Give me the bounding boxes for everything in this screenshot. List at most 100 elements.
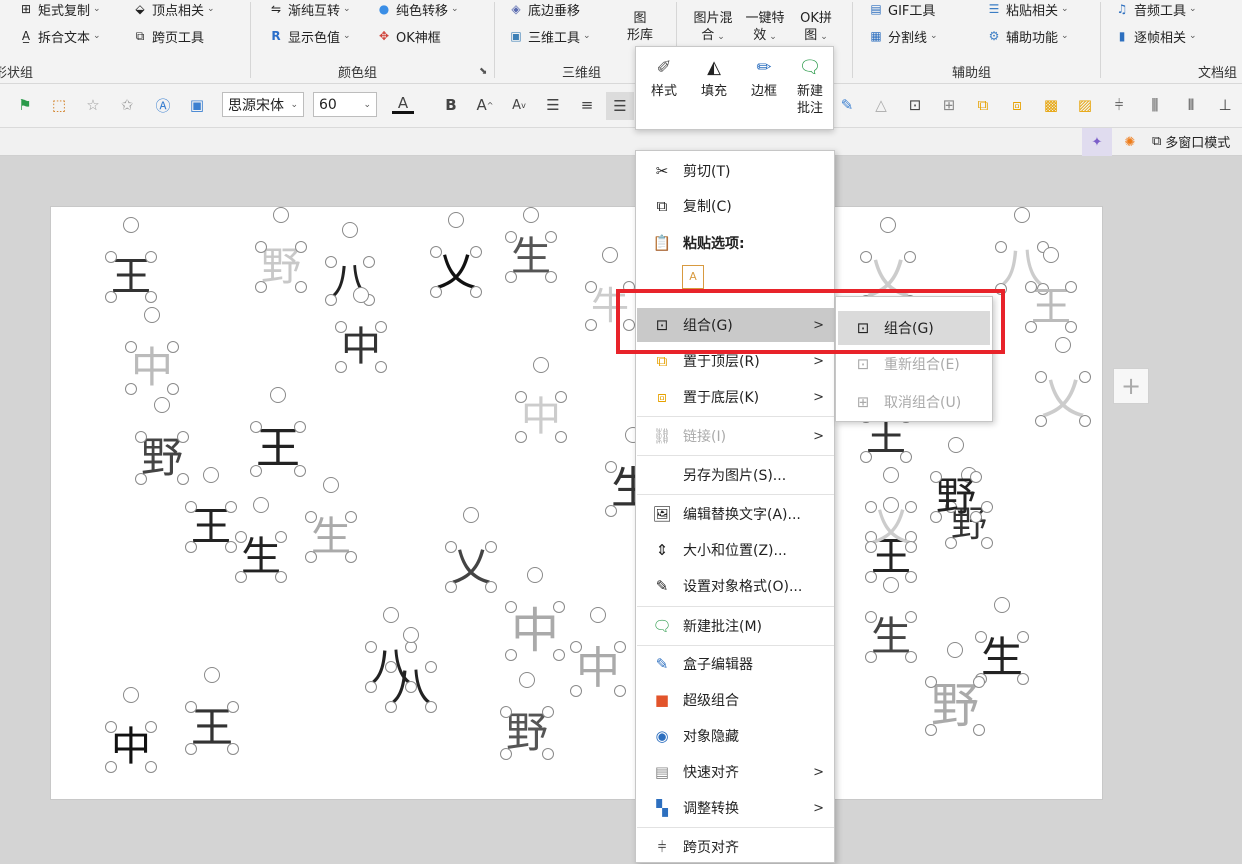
gear-icon[interactable]: ✺ xyxy=(1116,128,1144,156)
resize-handle[interactable] xyxy=(900,451,912,463)
resize-handle[interactable] xyxy=(335,321,347,333)
slide-glyph[interactable]: 乂 xyxy=(436,252,476,292)
align-bottom-icon[interactable]: ⊥ xyxy=(1214,94,1236,116)
resize-handle[interactable] xyxy=(275,571,287,583)
menu-item-box-editor[interactable]: ✎ 盒子编辑器 xyxy=(637,647,834,681)
slide-glyph[interactable]: 王 xyxy=(191,707,233,749)
distribute-v-icon[interactable]: ⫴ xyxy=(1180,94,1202,116)
resize-handle[interactable] xyxy=(345,511,357,523)
resize-handle[interactable] xyxy=(430,246,442,258)
layer-up-icon[interactable]: ▩ xyxy=(1040,94,1062,116)
resize-handle[interactable] xyxy=(905,541,917,553)
rotate-handle-icon[interactable] xyxy=(948,437,964,453)
menu-item-quick-align[interactable]: ▤ 快速对齐 > xyxy=(637,755,834,789)
resize-handle[interactable] xyxy=(227,701,239,713)
rotate-handle-icon[interactable] xyxy=(154,397,170,413)
bold-button[interactable]: B xyxy=(440,94,462,116)
group-icon[interactable]: ⊡ xyxy=(904,94,926,116)
align-center-v-icon[interactable]: ⫩ xyxy=(1108,94,1130,116)
resize-handle[interactable] xyxy=(585,281,597,293)
menu-item-copy[interactable]: ⧉ 复制(C) xyxy=(637,189,834,223)
resize-handle[interactable] xyxy=(981,501,993,513)
slide-glyph[interactable]: 野 xyxy=(141,437,183,479)
gradient-solid-button[interactable]: ⇋ 渐纯互转 ⌄ xyxy=(268,0,351,20)
resize-handle[interactable] xyxy=(570,641,582,653)
resize-handle[interactable] xyxy=(995,241,1007,253)
menu-item-super-group[interactable]: ■ 超级组合 xyxy=(637,683,834,717)
resize-handle[interactable] xyxy=(445,541,457,553)
slide-glyph[interactable]: 王 xyxy=(866,417,906,457)
resize-handle[interactable] xyxy=(500,748,512,760)
frame-related-button[interactable]: ▮ 逐帧相关 ⌄ xyxy=(1114,25,1197,47)
resize-handle[interactable] xyxy=(1065,281,1077,293)
menu-item-adjust-convert[interactable]: ▚ 调整转换 > xyxy=(637,791,834,825)
resize-handle[interactable] xyxy=(981,537,993,549)
resize-handle[interactable] xyxy=(970,471,982,483)
slide-glyph[interactable]: 野 xyxy=(936,477,976,517)
resize-handle[interactable] xyxy=(325,256,337,268)
slide-glyph[interactable]: 中 xyxy=(111,727,151,767)
audio-tools-button[interactable]: ♫ 音频工具 ⌄ xyxy=(1114,0,1197,20)
rotate-handle-icon[interactable] xyxy=(947,642,963,658)
resize-handle[interactable] xyxy=(1035,371,1047,383)
resize-handle[interactable] xyxy=(235,571,247,583)
font-family-select[interactable]: 思源宋体 ⌄ xyxy=(222,92,304,117)
resize-handle[interactable] xyxy=(553,649,565,661)
resize-handle[interactable] xyxy=(585,319,597,331)
cross-page-button[interactable]: ⧉ 跨页工具 xyxy=(132,25,204,47)
star-outline-icon[interactable]: ☆ xyxy=(82,94,104,116)
resize-handle[interactable] xyxy=(505,601,517,613)
slide-glyph[interactable]: 中 xyxy=(511,607,559,655)
resize-handle[interactable] xyxy=(145,251,157,263)
slide-glyph[interactable]: 中 xyxy=(521,397,561,437)
split-text-button[interactable]: A̲ 拆合文本 ⌄ xyxy=(18,25,101,47)
send-back-icon[interactable]: ⧈ xyxy=(1006,94,1028,116)
menu-item-send-back[interactable]: ⧈ 置于底层(K) > xyxy=(637,380,834,414)
resize-handle[interactable] xyxy=(250,421,262,433)
resize-handle[interactable] xyxy=(865,501,877,513)
resize-handle[interactable] xyxy=(255,241,267,253)
rotate-handle-icon[interactable] xyxy=(533,357,549,373)
rotate-handle-icon[interactable] xyxy=(403,627,419,643)
align-left-icon[interactable]: ☰ xyxy=(606,92,634,120)
shape-library-button[interactable]: 图形库 xyxy=(620,10,660,44)
rotate-handle-icon[interactable] xyxy=(463,507,479,523)
resize-handle[interactable] xyxy=(375,321,387,333)
resize-handle[interactable] xyxy=(275,531,287,543)
align-flag-icon[interactable]: ⚑ xyxy=(14,94,36,116)
resize-handle[interactable] xyxy=(425,701,437,713)
resize-handle[interactable] xyxy=(515,391,527,403)
resize-handle[interactable] xyxy=(500,706,512,718)
rotate-handle-icon[interactable] xyxy=(383,607,399,623)
menu-item-alt-text[interactable]: 🖼 编辑替换文字(A)... xyxy=(637,497,834,531)
rotate-handle-icon[interactable] xyxy=(342,222,358,238)
slide-glyph[interactable]: 八 xyxy=(391,667,431,707)
pen-icon[interactable]: ✎ xyxy=(836,94,858,116)
resize-handle[interactable] xyxy=(105,251,117,263)
rotate-handle-icon[interactable] xyxy=(203,467,219,483)
3d-tools-button[interactable]: ▣ 三维工具 ⌄ xyxy=(508,25,590,47)
resize-handle[interactable] xyxy=(185,541,197,553)
aux-function-button[interactable]: ⚙ 辅助功能 ⌄ xyxy=(986,25,1069,47)
font-size-select[interactable]: 60 ⌄ xyxy=(313,92,377,117)
resize-handle[interactable] xyxy=(860,451,872,463)
resize-handle[interactable] xyxy=(515,431,527,443)
resize-handle[interactable] xyxy=(294,421,306,433)
rotate-handle-icon[interactable] xyxy=(519,672,535,688)
align-justify-icon[interactable]: ≡ xyxy=(576,94,598,116)
resize-handle[interactable] xyxy=(295,281,307,293)
slide-glyph[interactable]: 乂 xyxy=(451,547,491,587)
resize-handle[interactable] xyxy=(177,473,189,485)
slide-glyph[interactable]: 王 xyxy=(191,507,231,547)
resize-handle[interactable] xyxy=(555,391,567,403)
resize-handle[interactable] xyxy=(185,743,197,755)
slide-glyph[interactable]: 王 xyxy=(1031,287,1071,327)
text-box-icon[interactable]: Ⓐ xyxy=(152,94,174,116)
gif-tool-button[interactable]: ▤ GIF工具 xyxy=(868,0,935,20)
border-button[interactable]: ✏ 边框 xyxy=(740,53,788,100)
slide-glyph[interactable]: 生 xyxy=(241,537,281,577)
resize-handle[interactable] xyxy=(365,681,377,693)
resize-handle[interactable] xyxy=(375,361,387,373)
menu-item-save-picture[interactable]: 另存为图片(S)... xyxy=(637,458,834,492)
resize-handle[interactable] xyxy=(865,651,877,663)
